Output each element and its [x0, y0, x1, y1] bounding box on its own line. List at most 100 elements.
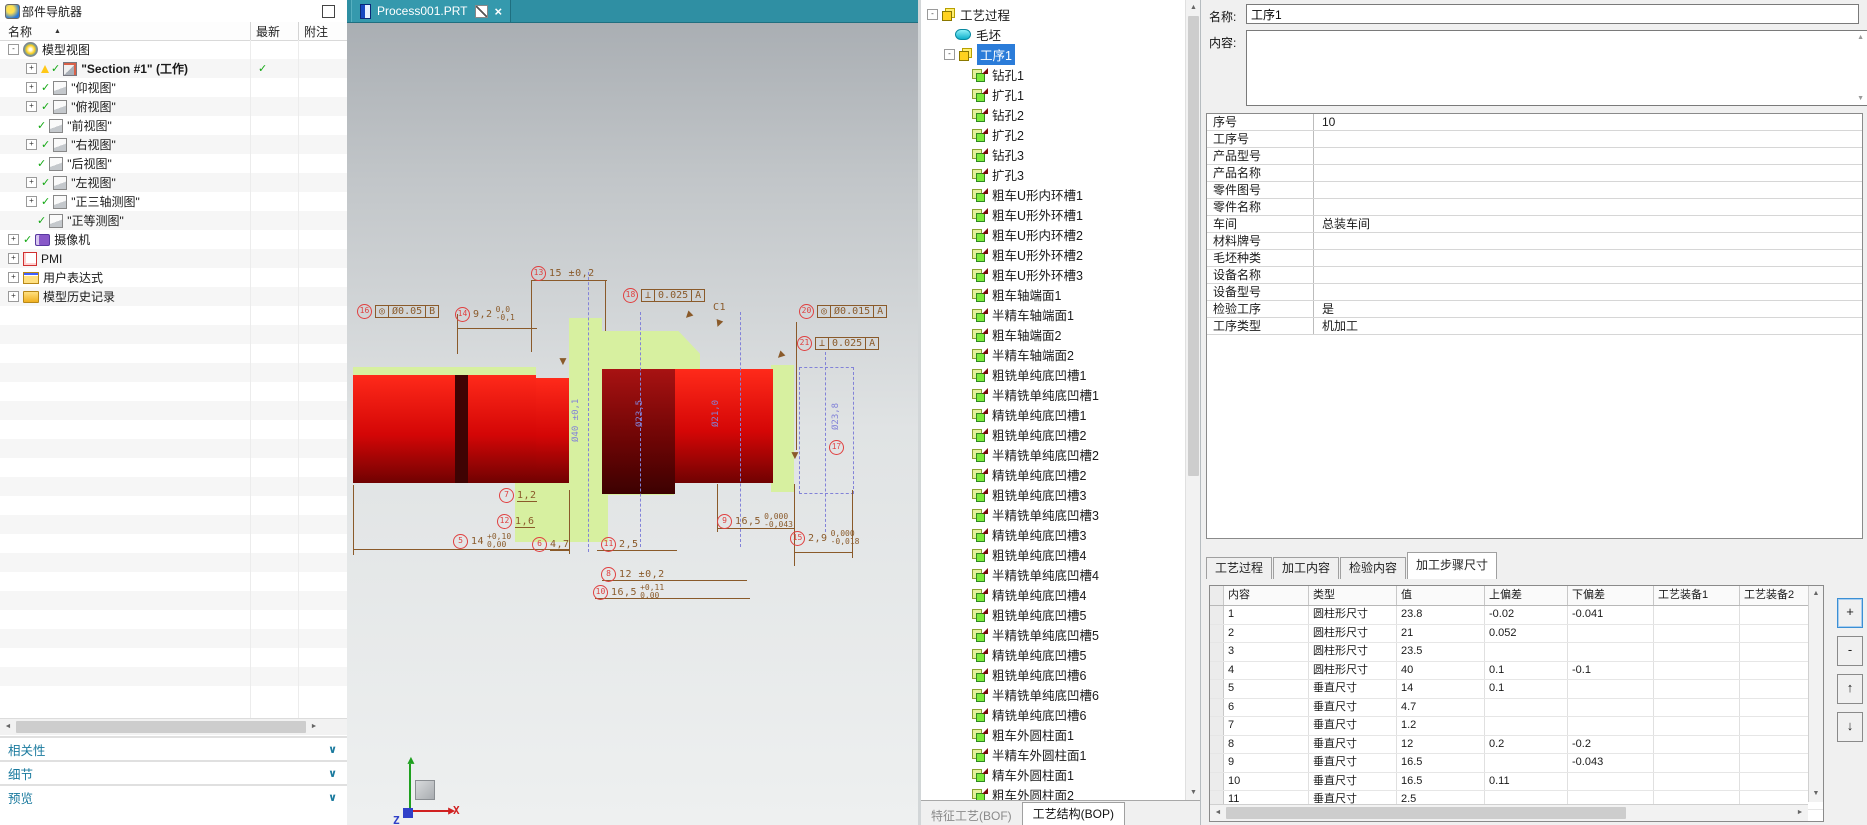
table-cell[interactable]: 21 — [1397, 624, 1485, 642]
model-canvas[interactable]: ▼ ▼ ▼ ▼ ▼ 16 ◎ Ø0.05 B 14 9,2 0,0 -0,1 13 15 ±0,2 18 ⊥ 0.… — [347, 22, 918, 825]
property-value[interactable] — [1314, 267, 1322, 283]
table-cell[interactable] — [1654, 624, 1740, 642]
process-tree-item[interactable]: 半精铣单纯底凹槽4 — [921, 564, 1099, 584]
table-cell[interactable]: 0.2 — [1485, 735, 1568, 753]
table-cell[interactable]: -0.02 — [1485, 606, 1568, 624]
process-tree-item[interactable]: 扩孔1 — [921, 84, 1024, 104]
navigator-tree-item[interactable]: + ✓ 摄像机 — [0, 230, 347, 249]
property-row[interactable]: 序号 10 — [1207, 114, 1862, 131]
chevron-down-icon[interactable]: ∨ — [328, 743, 337, 756]
process-tree-item[interactable]: 粗车轴端面2 — [921, 324, 1061, 344]
property-value[interactable] — [1314, 148, 1322, 164]
expand-icon[interactable]: + — [8, 272, 19, 283]
process-tree-item[interactable]: 扩孔2 — [921, 124, 1024, 144]
table-cell[interactable] — [1654, 680, 1740, 698]
table-cell[interactable]: 4.7 — [1397, 698, 1485, 716]
row-selector[interactable] — [1210, 772, 1224, 790]
process-tree-item[interactable]: 粗铣单纯底凹槽6 — [921, 664, 1086, 684]
scroll-down-icon[interactable]: ▼ — [1857, 95, 1864, 102]
process-tree-item[interactable]: 精铣单纯底凹槽6 — [921, 704, 1086, 724]
process-tree-item[interactable]: 精铣单纯底凹槽2 — [921, 464, 1086, 484]
property-value[interactable] — [1314, 182, 1322, 198]
navigator-tree-item[interactable]: ✓ "后视图" — [0, 154, 347, 173]
process-tree-vscrollbar[interactable]: ▲ ▼ — [1185, 0, 1201, 800]
table-row[interactable]: 7 垂直尺寸 1.2 — [1210, 717, 1823, 736]
column-header[interactable]: 下偏差 — [1568, 586, 1654, 605]
table-cell[interactable] — [1654, 754, 1740, 772]
row-selector[interactable] — [1210, 606, 1224, 624]
expand-icon[interactable]: + — [8, 253, 19, 264]
restore-window-icon[interactable] — [322, 5, 335, 18]
row-selector[interactable] — [1210, 680, 1224, 698]
row-selector[interactable] — [1210, 624, 1224, 642]
process-tree-item[interactable]: 钻孔3 — [921, 144, 1024, 164]
collapse-icon[interactable]: - — [944, 48, 955, 60]
row-selector[interactable] — [1210, 661, 1224, 679]
table-cell[interactable]: 1.2 — [1397, 717, 1485, 735]
process-tree-item[interactable]: 粗铣单纯底凹槽4 — [921, 544, 1086, 564]
scroll-down-icon[interactable]: ▼ — [1186, 785, 1201, 800]
process-tree-item[interactable]: 半精铣单纯底凹槽5 — [921, 624, 1099, 644]
row-selector[interactable] — [1210, 643, 1224, 661]
property-value[interactable] — [1314, 165, 1322, 181]
table-cell[interactable] — [1485, 754, 1568, 772]
table-hscrollbar[interactable]: ◄ ► — [1210, 804, 1808, 821]
scroll-down-icon[interactable]: ▼ — [1809, 786, 1823, 801]
table-cell[interactable]: 圆柱形尺寸 — [1309, 606, 1397, 624]
scroll-right-icon[interactable]: ► — [1792, 805, 1808, 821]
table-cell[interactable] — [1485, 717, 1568, 735]
process-tree-item[interactable]: 扩孔3 — [921, 164, 1024, 184]
table-cell[interactable] — [1654, 772, 1740, 790]
table-cell[interactable]: 垂直尺寸 — [1309, 772, 1397, 790]
scrollbar-thumb[interactable] — [16, 721, 306, 733]
collapse-icon[interactable]: - — [927, 8, 938, 20]
column-name[interactable]: 名称 — [0, 23, 32, 40]
table-cell[interactable]: 圆柱形尺寸 — [1309, 643, 1397, 661]
table-cell[interactable] — [1568, 717, 1654, 735]
property-value[interactable] — [1314, 131, 1322, 147]
table-cell[interactable]: 3 — [1224, 643, 1309, 661]
process-tab-bop[interactable]: 工艺结构(BOP) — [1021, 802, 1126, 825]
table-cell[interactable] — [1568, 772, 1654, 790]
column-header[interactable]: 值 — [1397, 586, 1485, 605]
process-tree-item[interactable]: 粗铣单纯底凹槽3 — [921, 484, 1086, 504]
table-cell[interactable]: 1 — [1224, 606, 1309, 624]
process-tree-item[interactable]: 粗车U形内环槽2 — [921, 224, 1083, 244]
table-row[interactable]: 8 垂直尺寸 12 0.2 -0.2 — [1210, 735, 1823, 754]
process-tree-item[interactable]: 半精车轴端面1 — [921, 304, 1074, 324]
row-selector[interactable] — [1210, 698, 1224, 716]
table-row[interactable]: 2 圆柱形尺寸 21 0.052 — [1210, 624, 1823, 643]
navigator-tree-item[interactable]: + ✓ "俯视图" — [0, 97, 347, 116]
navigator-tree-item[interactable]: + ✓ "右视图" — [0, 135, 347, 154]
table-row[interactable]: 1 圆柱形尺寸 23.8 -0.02 -0.041 — [1210, 606, 1823, 625]
property-row[interactable]: 工序类型 机加工 — [1207, 318, 1862, 335]
chevron-down-icon[interactable]: ∨ — [328, 767, 337, 780]
property-row[interactable]: 设备名称 — [1207, 267, 1862, 284]
property-row[interactable]: 材料牌号 — [1207, 233, 1862, 250]
navigator-tree-item[interactable]: ✓ "前视图" — [0, 116, 347, 135]
name-input[interactable] — [1246, 4, 1859, 24]
navigator-tree-item[interactable]: + 模型历史记录 — [0, 287, 347, 306]
table-cell[interactable] — [1485, 698, 1568, 716]
table-cell[interactable]: 垂直尺寸 — [1309, 698, 1397, 716]
property-row[interactable]: 毛坯种类 — [1207, 250, 1862, 267]
expand-icon[interactable]: + — [26, 63, 37, 74]
navigator-tree-item[interactable]: + ✓ "左视图" — [0, 173, 347, 192]
table-cell[interactable]: -0.2 — [1568, 735, 1654, 753]
column-header[interactable]: 工艺装备1 — [1654, 586, 1740, 605]
table-cell[interactable] — [1485, 643, 1568, 661]
navigator-tree-item[interactable]: + ✓ "正三轴测图" — [0, 192, 347, 211]
process-tab-bof[interactable]: 特征工艺(BOF) — [921, 806, 1022, 825]
navigator-tree-item[interactable]: ✓ "正等测图" — [0, 211, 347, 230]
table-row[interactable]: 10 垂直尺寸 16.5 0.11 — [1210, 772, 1823, 791]
process-tree-item[interactable]: 粗铣单纯底凹槽1 — [921, 364, 1086, 384]
process-tree-item[interactable]: 半精车轴端面2 — [921, 344, 1074, 364]
collapse-icon[interactable]: - — [8, 44, 19, 55]
property-value[interactable]: 是 — [1314, 301, 1334, 317]
table-row[interactable]: 6 垂直尺寸 4.7 — [1210, 698, 1823, 717]
process-tree-item[interactable]: 钻孔1 — [921, 64, 1024, 84]
part-navigator-hscrollbar[interactable]: ◄ ► — [0, 718, 347, 735]
process-tree-item[interactable]: 毛坯 — [921, 24, 1001, 44]
table-row[interactable]: 4 圆柱形尺寸 40 0.1 -0.1 — [1210, 661, 1823, 680]
table-cell[interactable]: 0.1 — [1485, 661, 1568, 679]
